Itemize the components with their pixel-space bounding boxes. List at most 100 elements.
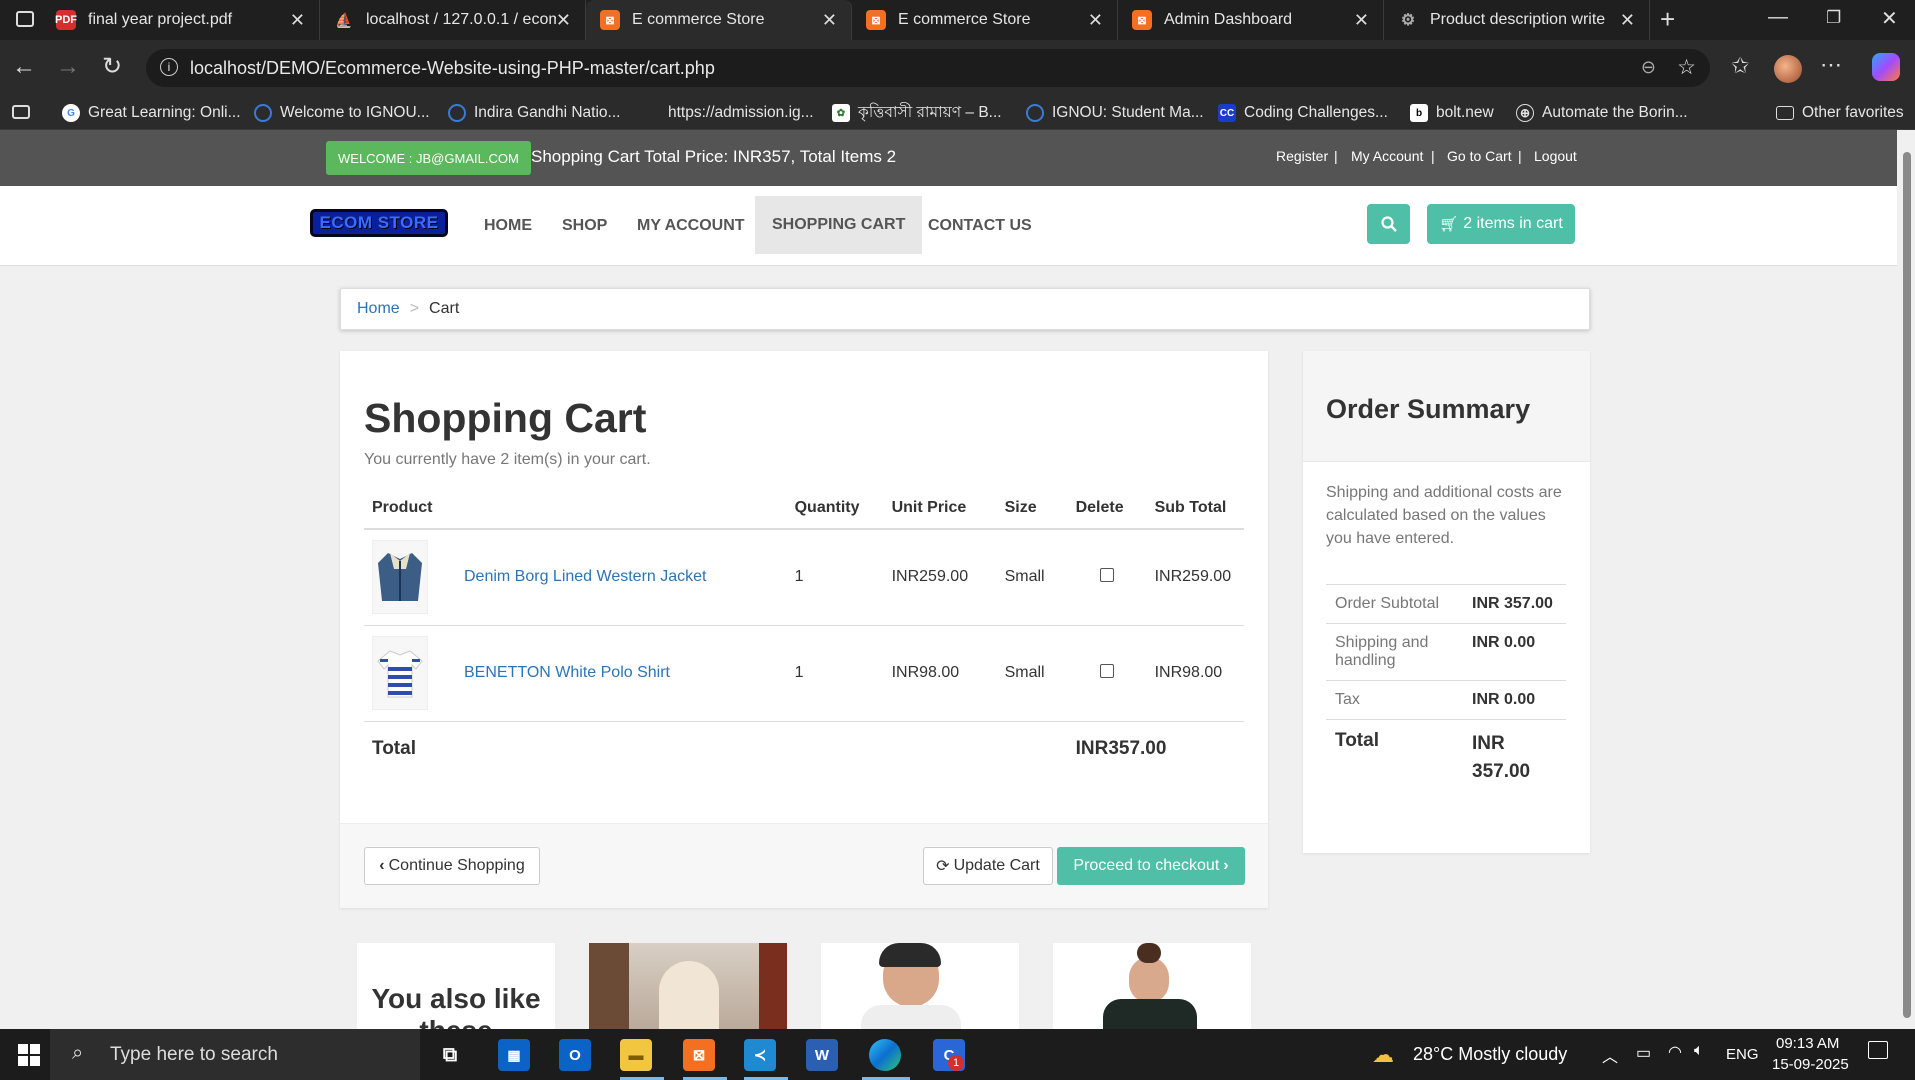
suggested-product[interactable] <box>1053 943 1251 1029</box>
product-link[interactable]: Denim Borg Lined Western Jacket <box>464 568 706 585</box>
tab-title: E commerce Store <box>632 11 765 28</box>
update-cart-button[interactable]: ⟳ Update Cart <box>923 847 1053 885</box>
bookmark-item[interactable]: ⊕ Automate the Borin... <box>1516 96 1688 130</box>
product-image[interactable] <box>372 540 428 615</box>
favorites-icon[interactable]: ✩ <box>1731 53 1749 79</box>
word-icon[interactable]: W <box>806 1039 838 1071</box>
site-logo[interactable]: ECOM STORE <box>310 209 448 237</box>
breadcrumb-home[interactable]: Home <box>357 300 400 318</box>
outlook-icon[interactable]: O <box>559 1039 591 1071</box>
edge-icon[interactable] <box>869 1039 901 1071</box>
summary-total-row: Total INR 357.00 <box>1326 719 1566 796</box>
bookmark-item[interactable]: ✿ কৃত্তিবাসী রামায়ণ – B... <box>832 96 1002 130</box>
logout-link[interactable]: Logout <box>1534 148 1577 164</box>
other-favorites[interactable]: Other favorites <box>1776 96 1904 130</box>
avatar[interactable] <box>1774 55 1802 83</box>
file-explorer-icon[interactable]: ▬ <box>620 1039 652 1071</box>
address-bar: ← → ↻ i localhost/DEMO/Ecommerce-Website… <box>0 40 1915 96</box>
bookmark-item[interactable]: b bolt.new <box>1410 96 1494 130</box>
language-indicator[interactable]: ENG <box>1726 1046 1759 1063</box>
suggested-product[interactable] <box>589 943 787 1029</box>
delete-checkbox[interactable] <box>1100 567 1115 582</box>
nav-contact-us[interactable]: CONTACT US <box>911 186 1049 266</box>
close-icon[interactable]: ✕ <box>290 10 305 31</box>
browser-tab[interactable]: ⚙ Product description write ✕ <box>1384 0 1650 40</box>
clock-date[interactable]: 15-09-2025 <box>1772 1056 1849 1073</box>
order-summary-header: Order Summary <box>1303 351 1590 462</box>
close-icon[interactable]: ✕ <box>556 10 571 31</box>
restore-icon[interactable]: ❐ <box>1826 8 1841 28</box>
url-field[interactable]: i localhost/DEMO/Ecommerce-Website-using… <box>146 49 1710 87</box>
task-view-icon[interactable]: ⧉ <box>434 1039 466 1071</box>
battery-icon[interactable]: ▭ <box>1636 1043 1651 1063</box>
column-header: Delete <box>1067 488 1147 530</box>
product-image[interactable] <box>372 636 428 710</box>
weather-icon[interactable]: ☁ <box>1372 1042 1394 1068</box>
sidebar-toggle-icon[interactable] <box>16 11 34 27</box>
pdf-icon: PDF <box>55 10 77 30</box>
delete-checkbox[interactable] <box>1100 663 1115 678</box>
back-icon[interactable]: ← <box>12 53 36 81</box>
tab-actions-icon[interactable] <box>12 105 30 119</box>
my-account-link[interactable]: My Account <box>1351 148 1423 164</box>
welcome-badge[interactable]: WELCOME : JB@GMAIL.COM <box>326 141 531 175</box>
browser-tab[interactable]: ⊠ Admin Dashboard ✕ <box>1118 0 1384 40</box>
clock-time[interactable]: 09:13 AM <box>1776 1035 1839 1052</box>
xampp-icon: ⊠ <box>600 10 620 30</box>
suggested-product[interactable] <box>821 943 1019 1029</box>
favorite-star-icon[interactable]: ☆ <box>1677 55 1696 80</box>
browser-tab-active[interactable]: ⊠ E commerce Store ✕ <box>586 0 852 40</box>
nav-my-account[interactable]: MY ACCOUNT <box>620 186 762 266</box>
chevron-right-icon: › <box>1223 857 1229 874</box>
store-icon[interactable]: ▦ <box>498 1039 530 1071</box>
cart-button-label: 2 items in cart <box>1463 215 1563 232</box>
cart-button[interactable]: 🛒︎ 2 items in cart <box>1427 204 1575 244</box>
browser-tab[interactable]: PDF final year project.pdf ✕ <box>42 0 320 40</box>
vscode-icon[interactable]: ≺ <box>744 1039 776 1071</box>
tab-title: localhost / 127.0.0.1 / ecom_ <box>366 11 556 28</box>
proceed-to-checkout-button[interactable]: Proceed to checkout › <box>1057 847 1245 885</box>
more-icon[interactable]: ⋯ <box>1820 52 1842 78</box>
search-button[interactable] <box>1367 204 1410 244</box>
bookmark-item[interactable]: IGNOU: Student Ma... <box>1026 96 1204 130</box>
info-icon[interactable]: i <box>160 58 178 76</box>
weather-text[interactable]: 28°C Mostly cloudy <box>1413 1044 1567 1065</box>
bookmark-item[interactable]: G Great Learning: Onli... <box>62 96 241 130</box>
browser-tab[interactable]: ⊠ E commerce Store ✕ <box>852 0 1118 40</box>
bookmark-item[interactable]: Indira Gandhi Natio... <box>448 96 620 130</box>
close-icon[interactable]: ✕ <box>822 10 837 31</box>
product-name-cell: Denim Borg Lined Western Jacket <box>456 529 787 626</box>
notifications-icon[interactable] <box>1868 1041 1888 1059</box>
zoom-icon[interactable]: ⊖ <box>1641 57 1656 78</box>
register-link[interactable]: Register <box>1276 148 1328 164</box>
unit-price-cell: INR259.00 <box>883 529 997 626</box>
xampp-icon[interactable]: ⊠ <box>683 1039 715 1071</box>
bookmark-item[interactable]: Welcome to IGNOU... <box>254 96 430 130</box>
taskbar-search[interactable]: ⌕ Type here to search <box>50 1029 420 1080</box>
model-photo <box>861 1005 961 1029</box>
nav-shop[interactable]: SHOP <box>545 186 624 266</box>
scrollbar-thumb[interactable] <box>1903 152 1911 1018</box>
continue-shopping-button[interactable]: ‹ Continue Shopping <box>364 847 540 885</box>
copilot-icon[interactable] <box>1872 53 1900 81</box>
close-icon[interactable]: ✕ <box>1354 10 1369 31</box>
bookmark-item[interactable]: https://admission.ig... <box>642 96 814 130</box>
bookmark-item[interactable]: CC Coding Challenges... <box>1218 96 1388 130</box>
forward-icon[interactable]: → <box>56 53 80 81</box>
browser-tab[interactable]: ⛵ localhost / 127.0.0.1 / ecom_ ✕ <box>320 0 586 40</box>
nav-home[interactable]: HOME <box>467 186 549 266</box>
product-link[interactable]: BENETTON White Polo Shirt <box>464 664 670 681</box>
go-to-cart-link[interactable]: Go to Cart <box>1447 148 1512 164</box>
nav-shopping-cart[interactable]: SHOPPING CART <box>755 196 923 254</box>
new-tab-icon[interactable]: + <box>1660 4 1675 35</box>
close-window-icon[interactable]: ✕ <box>1881 6 1898 31</box>
subtotal-cell: INR259.00 <box>1146 529 1244 626</box>
minimize-icon[interactable]: — <box>1768 6 1788 29</box>
chevron-up-icon[interactable]: ︿ <box>1602 1043 1618 1067</box>
refresh-icon[interactable]: ↻ <box>102 52 122 81</box>
windows-start-icon[interactable] <box>18 1044 40 1066</box>
volume-icon[interactable]: 🔈︎ <box>1694 1042 1704 1060</box>
close-icon[interactable]: ✕ <box>1620 10 1635 31</box>
wifi-icon[interactable]: ◠ <box>1668 1042 1682 1062</box>
close-icon[interactable]: ✕ <box>1088 10 1103 31</box>
